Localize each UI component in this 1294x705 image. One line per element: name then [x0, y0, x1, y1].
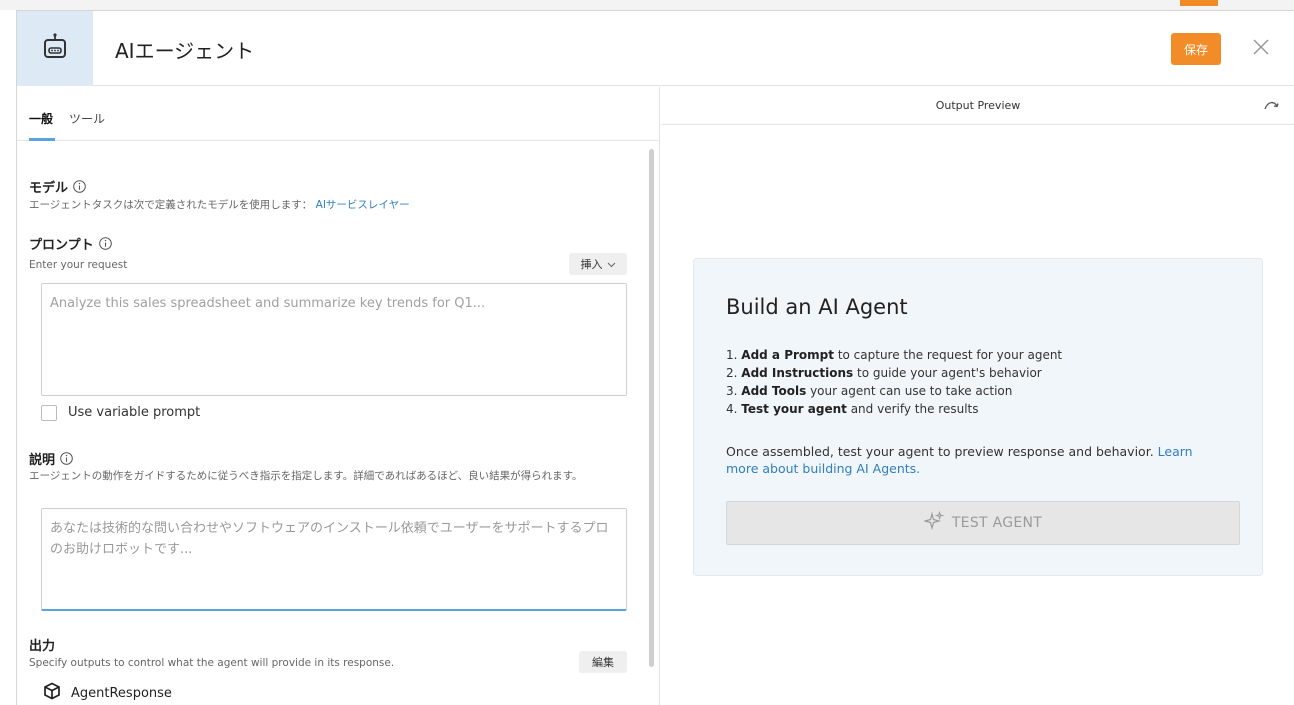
output-help: Specify outputs to control what the agen… [29, 657, 395, 669]
save-button[interactable]: 保存 [1171, 33, 1221, 65]
tab-bar: 一般 ツール [17, 87, 660, 141]
tab-general[interactable]: 一般 [29, 110, 53, 127]
step-item: 4. Test your agent and verify the result… [726, 402, 979, 416]
card-description-text: Once assembled, test your agent to previ… [726, 444, 1154, 459]
background-accent-bar [1180, 0, 1218, 6]
info-icon[interactable] [73, 180, 86, 193]
header-icon-box [17, 11, 93, 86]
refresh-icon[interactable] [1263, 97, 1281, 113]
close-icon [1253, 39, 1269, 59]
model-label: モデル [29, 177, 86, 196]
preview-header: Output Preview [661, 87, 1294, 125]
model-help: エージェントタスクは次で定義されたモデルを使用します： AIサービスレイヤー [29, 197, 410, 212]
insert-button[interactable]: 挿入 [569, 253, 627, 275]
robot-icon [40, 32, 70, 66]
card-title: Build an AI Agent [726, 295, 908, 319]
instructions-label-text: 説明 [29, 453, 56, 468]
edit-output-button[interactable]: 編集 [579, 651, 627, 673]
instructions-label: 説明 [29, 449, 73, 468]
preview-pane: Output Preview Build an AI Agent 1. Add … [661, 87, 1294, 705]
info-icon[interactable] [60, 452, 73, 465]
step-item: 3. Add Tools your agent can use to take … [726, 384, 1013, 398]
close-button[interactable] [1251, 39, 1271, 59]
prompt-help: Enter your request [29, 259, 128, 271]
steps-list: 1. Add a Prompt to capture the request f… [726, 346, 1062, 418]
background-page-strip [0, 0, 1294, 10]
box-icon [43, 682, 61, 704]
dialog-title: AIエージェント [115, 39, 255, 63]
insert-button-label: 挿入 [580, 258, 603, 271]
model-label-text: モデル [29, 181, 69, 196]
scrollbar[interactable] [649, 149, 654, 667]
test-agent-label: TEST AGENT [951, 515, 1043, 531]
active-tab-indicator [29, 138, 55, 141]
variable-prompt-checkbox[interactable] [41, 405, 57, 421]
build-agent-card: Build an AI Agent 1. Add a Prompt to cap… [693, 258, 1263, 576]
prompt-label: プロンプト [29, 234, 112, 253]
preview-title: Output Preview [935, 99, 1021, 112]
step-item: 2. Add Instructions to guide your agent'… [726, 366, 1042, 380]
tab-tools[interactable]: ツール [69, 110, 105, 127]
prompt-label-text: プロンプト [29, 238, 94, 253]
chevron-down-icon [607, 258, 616, 271]
test-agent-button[interactable]: TEST AGENT [726, 501, 1240, 545]
step-item: 1. Add a Prompt to capture the request f… [726, 348, 1063, 362]
output-item-label: AgentResponse [71, 685, 172, 701]
ai-service-layer-link[interactable]: AIサービスレイヤー [316, 199, 410, 211]
configuration-pane: 一般 ツール モデル エージェントタスクは次で定義されたモデルを使用します： A… [17, 87, 660, 705]
output-label: 出力 [29, 639, 56, 654]
instructions-input[interactable]: あなたは技術的な問い合わせやソフトウェアのインストール依頼でユーザーをサポートす… [41, 508, 627, 611]
model-help-text: エージェントタスクは次で定義されたモデルを使用します： [29, 199, 313, 211]
dialog-header: AIエージェント 保存 [17, 11, 1294, 86]
sparkle-icon [922, 510, 945, 535]
info-icon[interactable] [98, 237, 112, 250]
prompt-input[interactable]: Analyze this sales spreadsheet and summa… [41, 283, 627, 396]
ai-agent-dialog: AIエージェント 保存 一般 ツール モデル エージェントタスクは次で定義された… [16, 10, 1294, 705]
variable-prompt-label: Use variable prompt [68, 405, 201, 420]
card-description: Once assembled, test your agent to previ… [726, 443, 1226, 477]
instructions-help: エージェントの動作をガイドするために従うべき指示を指定します。詳細であればあるほ… [29, 470, 583, 482]
output-item[interactable]: AgentResponse [43, 682, 172, 704]
